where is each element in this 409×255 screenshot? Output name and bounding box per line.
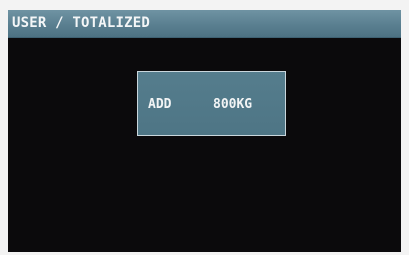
weight-value: 800KG <box>213 97 253 112</box>
title-bar: USER / TOTALIZED <box>8 10 401 38</box>
add-label: ADD <box>148 97 172 112</box>
display-screen: USER / TOTALIZED ADD 800KG <box>8 10 401 252</box>
page-title: USER / TOTALIZED <box>12 15 151 31</box>
add-amount-popup: ADD 800KG <box>137 71 286 136</box>
